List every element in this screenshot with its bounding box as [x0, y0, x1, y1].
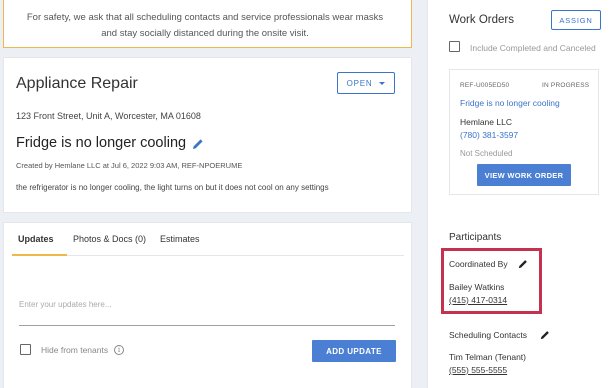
pencil-icon[interactable]	[518, 259, 528, 269]
safety-banner-text: For safety, we ask that all scheduling c…	[26, 12, 384, 39]
status-label: OPEN	[346, 78, 373, 88]
tab-photos-docs[interactable]: Photos & Docs (0)	[73, 234, 146, 244]
include-completed-checkbox[interactable]	[449, 41, 460, 52]
tabs-divider	[12, 255, 404, 256]
scheduling-contacts-label: Scheduling Contacts	[449, 330, 527, 340]
tab-updates[interactable]: Updates	[18, 234, 54, 244]
add-update-button[interactable]: ADD UPDATE	[312, 340, 396, 362]
status-dropdown[interactable]: OPEN	[337, 72, 395, 94]
work-order-vendor: Hemlane LLC	[460, 117, 512, 127]
work-orders-heading: Work Orders	[449, 14, 514, 26]
updates-input[interactable]	[19, 280, 395, 326]
work-order-schedule: Not Scheduled	[460, 149, 513, 158]
active-tab-indicator	[12, 254, 67, 256]
info-icon[interactable]: i	[114, 345, 124, 355]
work-order-ref: REF-U005ED50	[460, 82, 510, 89]
pencil-icon[interactable]	[540, 330, 550, 340]
job-created-meta: Created by Hemlane LLC at Jul 6, 2022 9:…	[16, 161, 243, 170]
hide-from-tenants-checkbox[interactable]	[20, 344, 31, 355]
include-completed-label: Include Completed and Canceled	[470, 43, 596, 53]
job-title: Appliance Repair	[16, 75, 138, 92]
work-order-title-link[interactable]: Fridge is no longer cooling	[460, 98, 560, 108]
coordinator-phone-link[interactable]: (415) 417-0314	[449, 295, 507, 305]
assign-button[interactable]: ASSIGN	[551, 10, 601, 30]
job-address: 123 Front Street, Unit A, Worcester, MA …	[16, 111, 201, 121]
work-order-phone-link[interactable]: (780) 381-3597	[460, 130, 518, 140]
view-work-order-button[interactable]: VIEW WORK ORDER	[477, 164, 571, 186]
pencil-icon[interactable]	[192, 138, 204, 150]
scheduling-contact-phone-link[interactable]: (555) 555-5555	[449, 365, 507, 375]
tab-estimates[interactable]: Estimates	[160, 234, 200, 244]
job-headline: Fridge is no longer cooling	[16, 135, 187, 151]
scheduling-contact-name: Tim Telman (Tenant)	[449, 352, 526, 362]
coordinated-by-label: Coordinated By	[449, 259, 508, 269]
coordinator-name: Bailey Watkins	[449, 282, 505, 292]
hide-from-tenants-label: Hide from tenants	[41, 345, 109, 355]
work-order-status: IN PROGRESS	[542, 82, 590, 89]
participants-heading: Participants	[449, 232, 502, 243]
caret-down-icon	[379, 81, 386, 85]
job-description: the refrigerator is no longer cooling, t…	[16, 183, 329, 192]
